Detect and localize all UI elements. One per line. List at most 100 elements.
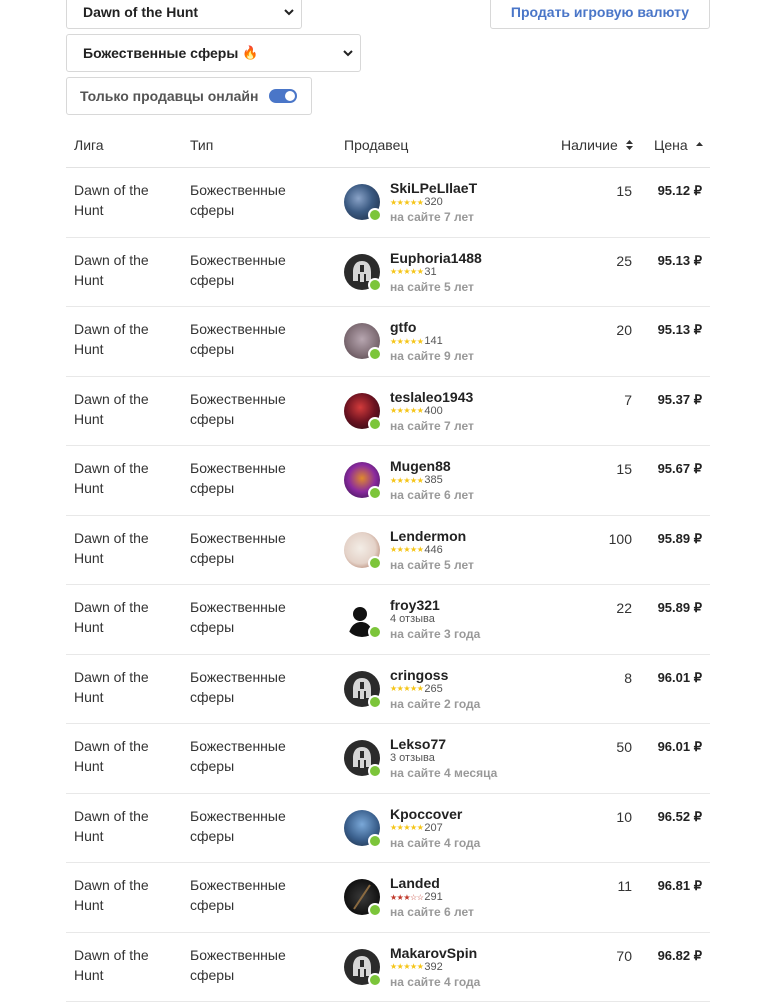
category-select[interactable]: Божественные сферы 🔥 — [66, 34, 361, 72]
seller-name[interactable]: SkiLPeLIlaeT — [390, 180, 477, 196]
table-header: Лига Тип Продавец Наличие Цена — [66, 124, 710, 168]
rating-stars-icon: ★★★★★ — [390, 267, 424, 276]
rating-stars-icon: ★★★★★ — [390, 823, 424, 832]
cell-availability: 15 — [616, 461, 632, 477]
review-count: 400 — [424, 404, 443, 417]
cell-availability: 11 — [617, 878, 632, 894]
cell-price: 95.89 ₽ — [657, 600, 702, 615]
seller-since: на сайте 5 лет — [390, 557, 474, 572]
seller-since: на сайте 6 лет — [390, 905, 474, 919]
seller-since: на сайте 2 года — [390, 696, 481, 711]
seller-name[interactable]: teslaleo1943 — [390, 389, 474, 405]
online-only-filter: Только продавцы онлайн — [66, 77, 312, 115]
cell-type: Божественные сферы — [190, 529, 286, 566]
table-row[interactable]: Dawn of the Hunt Божественные сферы froy… — [66, 585, 710, 655]
cell-price: 95.89 ₽ — [657, 530, 702, 546]
cell-price: 96.01 ₽ — [657, 739, 702, 754]
chevron-down-icon — [284, 8, 294, 15]
seller-name[interactable]: froy321 — [390, 597, 480, 613]
seller-rating: ★★★★★ 141 — [390, 335, 474, 348]
online-only-toggle[interactable] — [269, 89, 297, 103]
sort-asc-icon — [695, 142, 703, 146]
seller-rating: 4 отзыва — [390, 613, 480, 626]
cell-price: 96.52 ₽ — [657, 808, 702, 824]
review-count: 31 — [424, 265, 437, 278]
seller-rating: ★★★★★ 385 — [390, 474, 474, 487]
cell-availability: 25 — [616, 252, 632, 269]
cell-availability: 22 — [616, 600, 632, 616]
table-row[interactable]: Dawn of the Hunt Божественные сферы Land… — [66, 863, 710, 933]
cell-type: Божественные сферы — [190, 460, 286, 496]
seller-rating: ★★★★★ 320 — [390, 196, 477, 209]
cell-type: Божественные сферы — [190, 738, 286, 774]
seller-name[interactable]: Mugen88 — [390, 458, 474, 474]
seller-info: Kpoccover ★★★★★ 207 на сайте 4 года — [390, 806, 480, 851]
cell-league: Dawn of the Hunt — [74, 251, 149, 288]
rating-stars-icon: ★★★★★ — [390, 406, 424, 415]
seller-name[interactable]: MakarovSpin — [390, 945, 480, 961]
review-count: 392 — [424, 960, 443, 973]
table-row[interactable]: Dawn of the Hunt Божественные сферы Kpoc… — [66, 794, 710, 863]
seller-rating: ★★★★★ 265 — [390, 683, 480, 696]
cell-type: Божественные сферы — [190, 321, 286, 357]
seller-name[interactable]: Lendermon — [390, 528, 474, 544]
online-status-icon — [368, 972, 382, 987]
cell-league: Dawn of the Hunt — [74, 182, 149, 218]
cell-type: Божественные сферы — [190, 807, 286, 844]
table-row[interactable]: Dawn of the Hunt Божественные сферы Muge… — [66, 446, 710, 516]
online-status-icon — [368, 625, 382, 639]
rating-stars-icon: ★★★★★ — [390, 545, 424, 554]
sell-currency-button[interactable]: Продать игровую валюту — [490, 0, 710, 29]
cell-price: 95.13 ₽ — [657, 322, 702, 337]
seller-rating: ★★★★★ 392 — [390, 961, 480, 974]
table-row[interactable]: Dawn of the Hunt Божественные сферы crin… — [66, 655, 710, 724]
seller-name[interactable]: gtfo — [390, 319, 474, 335]
seller-since: на сайте 4 месяца — [390, 766, 498, 780]
review-count: 446 — [424, 543, 443, 556]
table-row[interactable]: Dawn of the Hunt Божественные сферы tesl… — [66, 377, 710, 446]
cell-availability: 100 — [608, 530, 632, 547]
table-row[interactable]: Dawn of the Hunt Божественные сферы Maka… — [66, 933, 710, 1002]
seller-name[interactable]: cringoss — [390, 667, 480, 683]
seller-info: Euphoria1488 ★★★★★ 31 на сайте 5 лет — [390, 250, 482, 295]
online-only-label: Только продавцы онлайн — [80, 88, 259, 104]
cell-price: 96.82 ₽ — [657, 947, 702, 963]
seller-info: gtfo ★★★★★ 141 на сайте 9 лет — [390, 319, 474, 364]
seller-name[interactable]: Landed — [390, 875, 474, 891]
seller-name[interactable]: Kpoccover — [390, 806, 480, 822]
cell-type: Божественные сферы — [190, 599, 286, 635]
header-price: Цена — [654, 137, 688, 153]
online-status-icon — [368, 555, 382, 570]
cell-league: Dawn of the Hunt — [74, 529, 149, 566]
league-select[interactable]: Dawn of the Hunt — [66, 0, 302, 29]
cell-league: Dawn of the Hunt — [74, 321, 149, 357]
fire-icon: 🔥 — [242, 45, 259, 60]
seller-rating: ★★★★★ 400 — [390, 405, 474, 418]
seller-rating: ★★★★★ 207 — [390, 822, 480, 835]
table-row[interactable]: Dawn of the Hunt Божественные сферы SkiL… — [66, 168, 710, 238]
cell-league: Dawn of the Hunt — [74, 668, 149, 705]
header-price-sort[interactable]: Цена — [654, 137, 704, 153]
cell-availability: 10 — [616, 808, 632, 825]
review-count: 320 — [424, 196, 443, 208]
header-type: Тип — [190, 137, 214, 153]
cell-availability: 50 — [616, 739, 632, 755]
review-count-text: 3 отзыва — [390, 752, 435, 764]
seller-name[interactable]: Euphoria1488 — [390, 250, 482, 266]
seller-rating: ★★★★★ 446 — [390, 544, 474, 557]
seller-rating: 3 отзыва — [390, 752, 497, 765]
header-availability-sort[interactable]: Наличие — [561, 137, 634, 153]
table-row[interactable]: Dawn of the Hunt Божественные сферы Euph… — [66, 238, 710, 307]
chevron-down-icon — [343, 50, 353, 57]
table-row[interactable]: Dawn of the Hunt Божественные сферы Lend… — [66, 516, 710, 585]
table-row[interactable]: Dawn of the Hunt Божественные сферы Leks… — [66, 724, 710, 794]
sort-icon — [625, 140, 633, 150]
seller-info: SkiLPeLIlaeT ★★★★★ 320 на сайте 7 лет — [390, 180, 477, 225]
table-row[interactable]: Dawn of the Hunt Божественные сферы gtfo… — [66, 307, 710, 377]
seller-name[interactable]: Lekso77 — [390, 736, 497, 752]
rating-stars-icon: ★★★★★ — [390, 962, 424, 971]
seller-info: teslaleo1943 ★★★★★ 400 на сайте 7 лет — [390, 389, 474, 434]
cell-price: 96.01 ₽ — [657, 669, 702, 685]
review-count: 291 — [424, 891, 443, 903]
rating-stars-icon: ★★★★★ — [390, 475, 424, 485]
